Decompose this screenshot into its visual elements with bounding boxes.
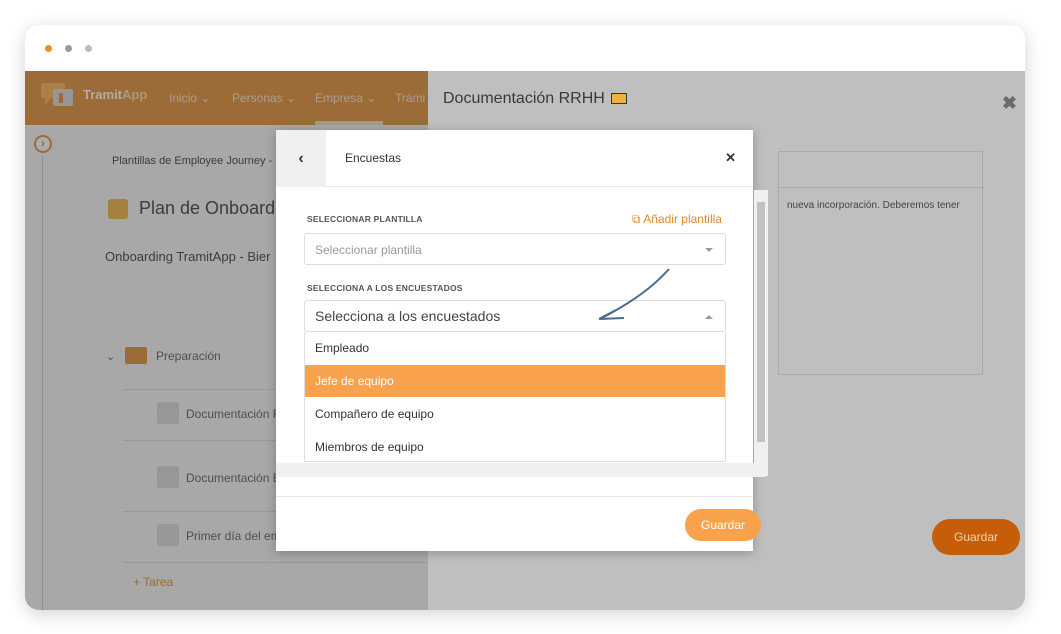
respondents-dropdown: Empleado Jefe de equipo Compañero de equ… [304, 332, 726, 462]
template-label: SELECCIONAR PLANTILLA [307, 214, 423, 224]
description-box: nueva incorporación. Deberemos tener [778, 151, 984, 375]
modal-header: ‹ Encuestas ✕ [276, 130, 753, 187]
add-template-link[interactable]: ⧉ Añadir plantilla [632, 212, 722, 227]
modal-footer-divider [276, 496, 753, 497]
respondents-select-input[interactable]: Selecciona a los encuestados [315, 308, 500, 324]
scrollbar-thumb[interactable] [757, 202, 765, 442]
window-dot-gray-icon[interactable] [65, 45, 72, 52]
panel-title: Documentación RRHH [443, 90, 628, 108]
option-miembros-de-equipo[interactable]: Miembros de equipo [305, 431, 725, 463]
app-area: TramitApp Inicio ⌄ Personas ⌄ Empresa ⌄ … [25, 71, 1025, 610]
chevron-up-icon [705, 315, 713, 319]
external-edit-icon: ⧉ [632, 212, 644, 226]
surveys-modal: ‹ Encuestas ✕ SELECCIONAR PLANTILLA ⧉ Añ… [276, 130, 768, 551]
save-button[interactable]: Guardar [685, 509, 761, 541]
window-dot-orange-icon[interactable] [45, 45, 52, 52]
respondents-label: SELECCIONA A LOS ENCUESTADOS [307, 283, 463, 293]
modal-horizontal-scrollbar[interactable] [276, 463, 766, 477]
close-icon[interactable]: ✕ [725, 150, 736, 166]
browser-window: TramitApp Inicio ⌄ Personas ⌄ Empresa ⌄ … [25, 25, 1025, 610]
modal-vertical-scrollbar[interactable] [754, 190, 768, 476]
panel-save-button[interactable]: Guardar [932, 519, 1020, 555]
annotation-arrow-icon [598, 268, 670, 320]
back-chevron-left-icon[interactable]: ‹ [276, 130, 326, 187]
option-jefe-de-equipo[interactable]: Jefe de equipo [305, 365, 725, 397]
option-companero-de-equipo[interactable]: Compañero de equipo [305, 398, 725, 430]
modal-title: Encuestas [345, 151, 402, 165]
window-dot-light-icon[interactable] [85, 45, 92, 52]
template-select-placeholder: Seleccionar plantilla [315, 243, 422, 257]
option-empleado[interactable]: Empleado [305, 332, 725, 364]
chevron-down-icon [705, 248, 713, 252]
folder-icon [611, 93, 628, 104]
description-text: nueva incorporación. Deberemos tener [787, 200, 960, 211]
template-select[interactable]: Seleccionar plantilla [304, 233, 726, 265]
window-titlebar [25, 25, 1025, 71]
close-icon[interactable]: ✖ [1002, 93, 1017, 114]
